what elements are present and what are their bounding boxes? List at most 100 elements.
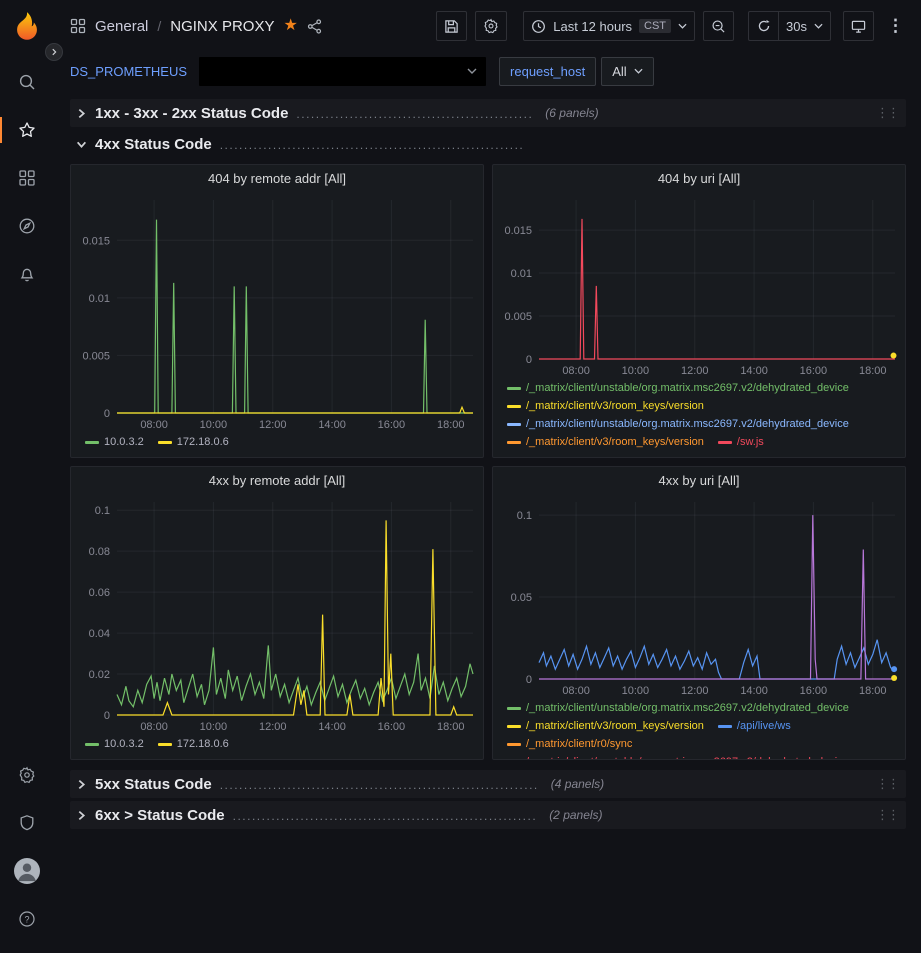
legend-item[interactable]: 172.18.0.6 — [158, 736, 229, 753]
time-series-chart[interactable]: 00.0050.010.01508:0010:0012:0014:0016:00… — [71, 192, 483, 433]
breadcrumb-folder[interactable]: General — [95, 18, 148, 35]
series-name: /_matrix/client/unstable/org.matrix.msc2… — [526, 416, 849, 433]
legend-item[interactable]: /_matrix/client/unstable/org.matrix.msc2… — [507, 380, 849, 397]
legend-item[interactable]: /sw.js — [718, 434, 764, 451]
sidebar-item-alerting[interactable] — [7, 254, 47, 294]
help-icon: ? — [18, 910, 36, 928]
sidebar-item-explore[interactable] — [7, 206, 47, 246]
svg-text:0.1: 0.1 — [517, 510, 532, 522]
svg-text:10:00: 10:00 — [200, 721, 228, 733]
series-color-swatch — [718, 725, 732, 728]
legend-item[interactable]: /_matrix/client/v3/room_keys/version — [507, 434, 704, 451]
legend-item[interactable]: 10.0.3.2 — [85, 434, 144, 451]
datasource-select-dropdown[interactable] — [199, 57, 486, 86]
share-icon[interactable] — [307, 19, 322, 34]
breadcrumb-divider: / — [157, 18, 161, 34]
time-series-chart[interactable]: 00.050.108:0010:0012:0014:0016:0018:00 — [493, 494, 905, 699]
apps-grid-icon — [70, 18, 86, 34]
toolbar-actions: Last 12 hours CST — [436, 11, 909, 41]
panel-title[interactable]: 4xx by remote addr [All] — [209, 473, 346, 488]
svg-text:0: 0 — [526, 674, 532, 686]
svg-text:0.015: 0.015 — [504, 225, 532, 237]
svg-text:0.015: 0.015 — [82, 235, 110, 247]
request-host-select-dropdown[interactable]: All — [601, 57, 653, 86]
svg-text:16:00: 16:00 — [378, 419, 406, 431]
variable-label: DS_PROMETHEUS — [70, 64, 187, 79]
series-color-swatch — [507, 405, 521, 408]
legend-item[interactable]: /_matrix/client/unstable/org.matrix.msc2… — [507, 416, 849, 433]
sidebar-bottom-group: ? — [7, 751, 47, 943]
dashboard-row-6xx[interactable]: 6xx > Status Code.......................… — [70, 801, 906, 829]
time-series-chart[interactable]: 00.0050.010.01508:0010:0012:0014:0016:00… — [493, 192, 905, 379]
legend-item[interactable]: /_matrix/client/v3/room_keys/version — [507, 718, 704, 735]
chevron-right-icon — [76, 779, 87, 790]
series-color-swatch — [85, 441, 99, 444]
legend-item[interactable]: /_matrix/client/v3/room_keys/version — [507, 398, 704, 415]
chevron-down-icon — [467, 68, 477, 74]
legend-item[interactable]: /_matrix/client/unstable/org.matrix.msc2… — [507, 754, 849, 759]
legend-item[interactable]: 10.0.3.2 — [85, 736, 144, 753]
more-options-kebab-menu[interactable]: ⋮ — [882, 16, 909, 36]
svg-text:16:00: 16:00 — [800, 365, 828, 377]
row-drag-handle[interactable]: ⋮⋮ — [876, 105, 900, 121]
refresh-icon — [757, 19, 771, 33]
panel-title[interactable]: 404 by uri [All] — [658, 171, 740, 186]
svg-text:14:00: 14:00 — [740, 365, 768, 377]
series-name: /_matrix/client/v3/room_keys/version — [526, 398, 704, 415]
dashboard-settings-button[interactable] — [475, 11, 507, 41]
dashboard-canvas: 1xx - 3xx - 2xx Status Code.............… — [54, 90, 921, 953]
legend-item[interactable]: /api/live/ws — [718, 718, 791, 735]
dashboard-row-4xx[interactable]: 4xx Status Code.........................… — [70, 130, 906, 158]
svg-text:0.06: 0.06 — [89, 587, 110, 599]
refresh-button-group: 30s — [748, 11, 831, 41]
shield-icon — [18, 814, 36, 832]
sidebar-expand-button[interactable] — [45, 43, 63, 61]
panel-404-by-remote-addr-all: 404 by remote addr [All]00.0050.010.0150… — [70, 164, 484, 458]
sidebar-item-starred[interactable] — [7, 110, 47, 150]
dashboard-variables-bar: DS_PROMETHEUS request_host All — [54, 52, 921, 90]
sidebar-item-server-admin[interactable] — [7, 803, 47, 843]
svg-text:18:00: 18:00 — [859, 685, 887, 697]
row-drag-handle[interactable]: ⋮⋮ — [876, 776, 900, 792]
refresh-button[interactable] — [748, 11, 778, 41]
chart-canvas: 00.0050.010.01508:0010:0012:0014:0016:00… — [71, 192, 483, 433]
legend-item[interactable]: 172.18.0.6 — [158, 434, 229, 451]
sidebar-item-dashboards[interactable] — [7, 158, 47, 198]
row-drag-handle[interactable]: ⋮⋮ — [876, 807, 900, 823]
panel-title[interactable]: 4xx by uri [All] — [659, 473, 740, 488]
time-range-picker[interactable]: Last 12 hours CST — [523, 11, 695, 41]
breadcrumb: General / NGINX PROXY ★ — [70, 18, 322, 35]
save-dashboard-button[interactable] — [436, 11, 467, 41]
svg-text:0: 0 — [104, 710, 110, 722]
grafana-logo[interactable] — [10, 10, 44, 44]
svg-text:12:00: 12:00 — [681, 685, 709, 697]
favorite-star-icon[interactable]: ★ — [283, 18, 297, 34]
legend-item[interactable]: /_matrix/client/r0/sync — [507, 736, 632, 753]
svg-text:0.005: 0.005 — [82, 350, 110, 362]
svg-text:0.08: 0.08 — [89, 546, 110, 558]
gear-icon — [483, 18, 499, 34]
top-navigation-bar: General / NGINX PROXY ★ — [54, 0, 921, 52]
time-series-chart[interactable]: 00.020.040.060.080.108:0010:0012:0014:00… — [71, 494, 483, 735]
row-dots-filler: ........................................… — [296, 107, 533, 121]
sidebar-item-profile[interactable] — [7, 851, 47, 891]
sidebar-item-help[interactable]: ? — [7, 899, 47, 939]
dashboard-row-1xx-3xx-2xx[interactable]: 1xx - 3xx - 2xx Status Code.............… — [70, 99, 906, 127]
chevron-down-icon — [76, 139, 87, 150]
legend-item[interactable]: /_matrix/client/unstable/org.matrix.msc2… — [507, 700, 849, 717]
panel-title[interactable]: 404 by remote addr [All] — [208, 171, 346, 186]
svg-text:14:00: 14:00 — [318, 419, 346, 431]
svg-text:14:00: 14:00 — [318, 721, 346, 733]
sidebar-item-settings[interactable] — [7, 755, 47, 795]
zoom-out-icon — [711, 19, 726, 34]
tv-mode-button[interactable] — [843, 11, 874, 41]
svg-text:18:00: 18:00 — [437, 419, 465, 431]
svg-text:16:00: 16:00 — [378, 721, 406, 733]
refresh-interval-dropdown[interactable]: 30s — [778, 11, 831, 41]
zoom-out-button[interactable] — [703, 11, 734, 41]
grafana-dashboard-page: { "icons": { "kebab": "⋮", "drag_handle"… — [0, 0, 921, 953]
user-avatar — [14, 858, 40, 884]
series-name: /_matrix/client/v3/room_keys/version — [526, 434, 704, 451]
dashboard-row-5xx[interactable]: 5xx Status Code.........................… — [70, 770, 906, 798]
sidebar-item-search[interactable] — [7, 62, 47, 102]
